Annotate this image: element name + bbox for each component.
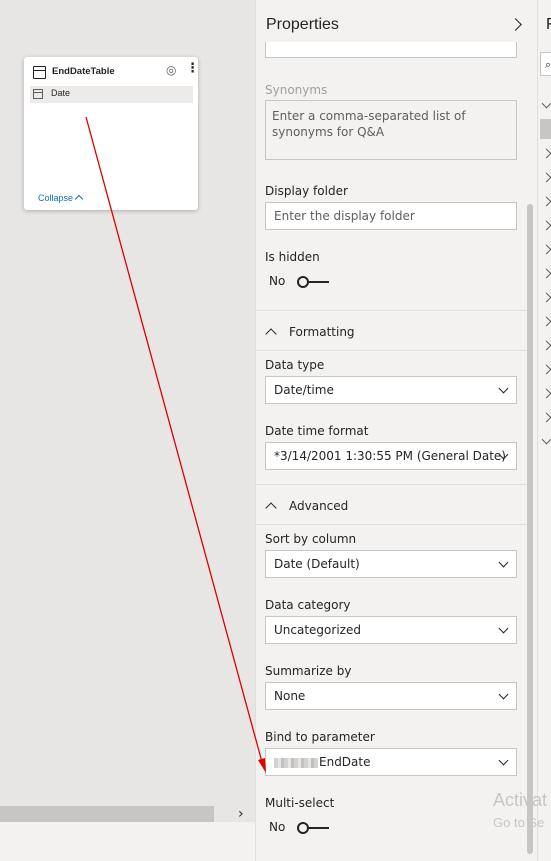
summarize-by-select[interactable]: None: [265, 682, 517, 710]
formatting-header-label: Formatting: [289, 325, 355, 339]
more-options-icon[interactable]: ⋮: [186, 62, 199, 75]
redacted-text: [274, 757, 318, 768]
canvas-bottom-bar: [0, 822, 255, 861]
properties-pane: Properties Synonyms Enter a comma-separa…: [255, 0, 537, 861]
chevron-right-icon[interactable]: [541, 316, 551, 327]
date-time-format-select[interactable]: *3/14/2001 1:30:55 PM (General Date): [265, 442, 517, 470]
field-label: Date: [51, 88, 71, 98]
chevron-right-icon[interactable]: [541, 388, 551, 399]
chevron-right-icon[interactable]: [541, 412, 551, 423]
chevron-down-icon: [498, 623, 509, 634]
collapse-link[interactable]: Collapse: [38, 193, 84, 204]
data-type-select[interactable]: Date/time: [265, 376, 517, 404]
divider: [256, 484, 526, 485]
description-input-stub[interactable]: [265, 42, 517, 58]
chevron-right-icon[interactable]: [541, 340, 551, 351]
chevron-right-icon[interactable]: [541, 244, 551, 255]
data-category-select[interactable]: Uncategorized: [265, 616, 517, 644]
calendar-icon: [33, 89, 43, 99]
summarize-by-value: None: [274, 689, 306, 703]
is-hidden-value: No: [269, 274, 286, 288]
field-row-date[interactable]: Date: [30, 86, 193, 103]
search-icon: ⌕: [545, 58, 551, 71]
chevron-right-icon[interactable]: [541, 196, 551, 207]
chevron-right-icon[interactable]: [541, 172, 551, 183]
eye-icon[interactable]: ◎: [166, 63, 176, 77]
table-icon: [33, 66, 46, 79]
sort-by-column-select[interactable]: Date (Default): [265, 550, 517, 578]
canvas-horizontal-scrollbar[interactable]: [0, 806, 214, 822]
divider: [256, 350, 526, 351]
sort-by-column-value: Date (Default): [274, 557, 360, 571]
sort-by-column-label: Sort by column: [265, 532, 357, 546]
fields-search-box[interactable]: ⌕: [540, 52, 551, 76]
date-time-format-value: *3/14/2001 1:30:55 PM (General Date): [274, 449, 506, 463]
collapse-pane-chevron-icon[interactable]: [509, 18, 522, 31]
chevron-down-icon: [498, 383, 509, 394]
data-category-value: Uncategorized: [274, 623, 361, 637]
properties-title: Properties: [266, 16, 339, 33]
display-folder-label: Display folder: [265, 184, 348, 198]
bind-to-parameter-select[interactable]: EndDate: [265, 748, 517, 776]
chevron-right-icon[interactable]: [541, 292, 551, 303]
chevron-down-icon: [498, 755, 509, 766]
chevron-right-icon[interactable]: [541, 148, 551, 159]
activation-watermark-line2: Go to Se: [493, 815, 545, 830]
summarize-by-label: Summarize by: [265, 664, 352, 678]
multi-select-toggle[interactable]: [297, 822, 331, 834]
table-card-title: EndDateTable: [52, 66, 115, 77]
is-hidden-toggle[interactable]: [297, 276, 331, 288]
multi-select-value: No: [269, 820, 286, 834]
chevron-right-icon[interactable]: [541, 220, 551, 231]
chevron-down-icon: [498, 689, 509, 700]
advanced-section-header[interactable]: Advanced: [265, 499, 349, 514]
data-type-value: Date/time: [274, 383, 334, 397]
chevron-up-icon: [74, 194, 84, 204]
fields-pane: F ⌕: [537, 0, 551, 861]
scroll-right-arrow-icon[interactable]: ›: [238, 806, 244, 822]
divider: [256, 524, 526, 525]
chevron-up-icon: [265, 328, 277, 340]
is-hidden-label: Is hidden: [265, 250, 320, 264]
fields-pane-title: F: [546, 16, 551, 34]
data-type-label: Data type: [265, 358, 325, 372]
formatting-section-header[interactable]: Formatting: [265, 325, 355, 340]
fields-selected-row[interactable]: [540, 119, 551, 139]
chevron-up-icon: [265, 502, 277, 514]
data-category-label: Data category: [265, 598, 351, 612]
advanced-header-label: Advanced: [289, 499, 349, 513]
bind-to-parameter-label: Bind to parameter: [265, 730, 375, 744]
date-time-format-label: Date time format: [265, 424, 369, 438]
bind-to-parameter-value: EndDate: [319, 755, 371, 769]
properties-scrollbar-thumb[interactable]: [527, 204, 533, 854]
table-card-enddatetable[interactable]: EndDateTable ◎ ⋮ Date Collapse: [24, 57, 199, 210]
activation-watermark-line1: Activat: [493, 790, 548, 810]
chevron-right-icon[interactable]: [541, 364, 551, 375]
chevron-right-icon[interactable]: [541, 268, 551, 279]
chevron-down-icon[interactable]: [541, 98, 551, 109]
divider: [256, 310, 526, 311]
multi-select-label: Multi-select: [265, 796, 335, 810]
model-canvas[interactable]: EndDateTable ◎ ⋮ Date Collapse: [0, 0, 255, 861]
synonyms-input[interactable]: Enter a comma-separated list of synonyms…: [265, 100, 517, 160]
collapse-label: Collapse: [38, 193, 74, 203]
display-folder-input[interactable]: Enter the display folder: [265, 202, 517, 230]
synonyms-label: Synonyms: [265, 83, 328, 97]
chevron-down-icon: [498, 557, 509, 568]
chevron-down-icon[interactable]: [541, 434, 551, 445]
